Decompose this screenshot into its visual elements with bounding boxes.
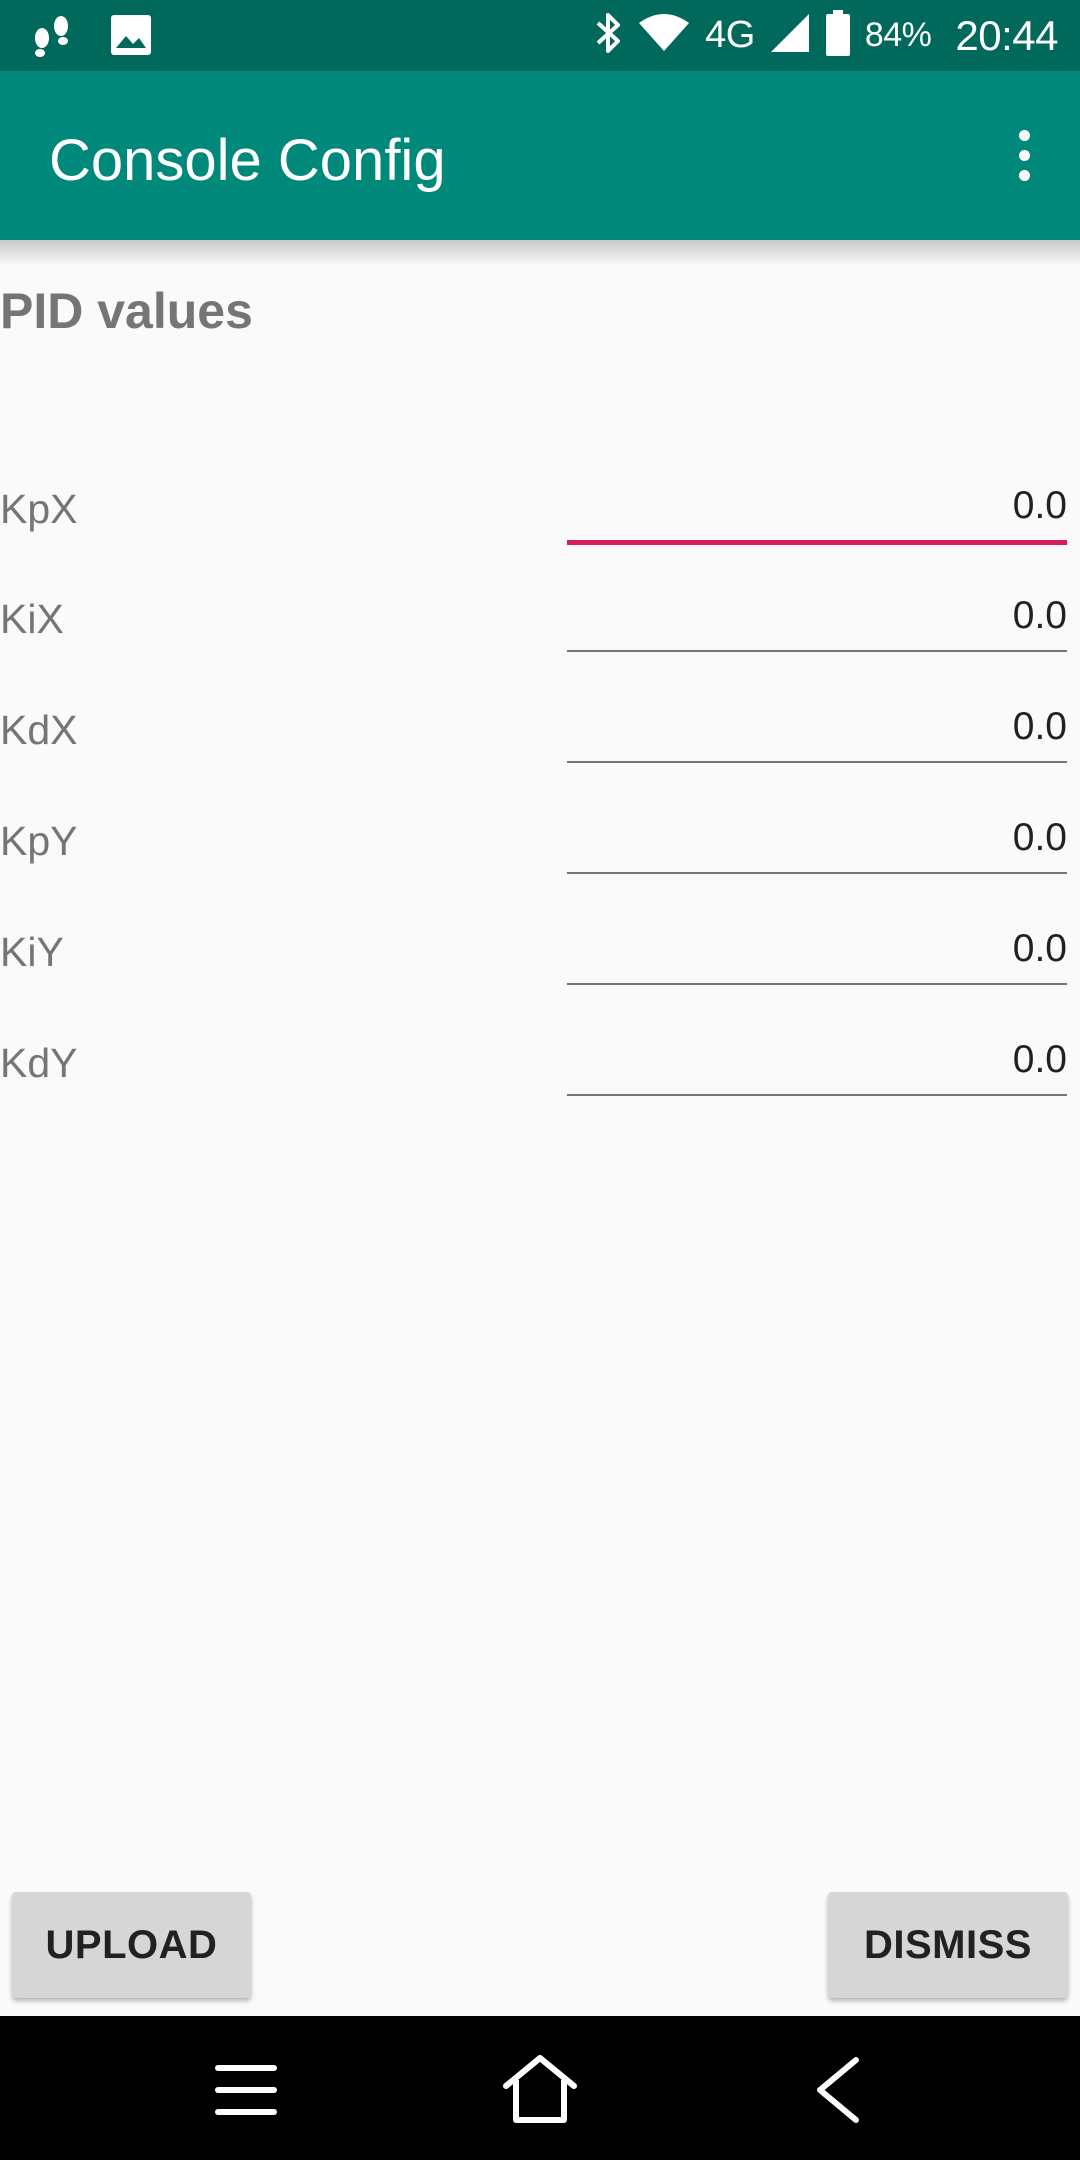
field-label-kpy: KpY [0, 818, 78, 864]
signal-icon [769, 12, 811, 59]
field-row-kix: KiX 0.0 [0, 594, 1080, 696]
image-icon [110, 14, 152, 61]
status-bar: 4G 84% 20:44 [0, 0, 1080, 71]
footsteps-icon [30, 12, 74, 63]
field-label-kpx: KpX [0, 486, 78, 532]
dismiss-button[interactable]: DISMISS [828, 1892, 1068, 1998]
app-title: Console Config [49, 128, 446, 193]
back-icon[interactable] [800, 2050, 880, 2130]
more-vert-icon[interactable] [994, 125, 1054, 185]
field-input-kix[interactable]: 0.0 [567, 588, 1067, 652]
field-input-kdx[interactable]: 0.0 [567, 699, 1067, 763]
navigation-bar [0, 2016, 1080, 2160]
field-label-kdx: KdX [0, 707, 78, 753]
field-input-kpx[interactable]: 0.0 [567, 478, 1067, 545]
field-input-kdy[interactable]: 0.0 [567, 1032, 1067, 1096]
clock: 20:44 [955, 11, 1058, 59]
field-input-kpy[interactable]: 0.0 [567, 810, 1067, 874]
field-row-kiy: KiY 0.0 [0, 927, 1080, 1029]
wifi-icon [637, 13, 691, 58]
network-type: 4G [705, 14, 755, 56]
battery-percent: 84% [864, 16, 932, 54]
field-row-kdx: KdX 0.0 [0, 705, 1080, 807]
battery-icon [825, 10, 851, 61]
field-label-kix: KiX [0, 596, 64, 642]
home-icon[interactable] [500, 2050, 580, 2130]
field-row-kdy: KdY 0.0 [0, 1038, 1080, 1140]
field-row-kpx: KpX 0.0 [0, 484, 1080, 586]
field-label-kdy: KdY [0, 1040, 78, 1086]
field-row-kpy: KpY 0.0 [0, 816, 1080, 918]
menu-icon[interactable] [206, 2050, 286, 2130]
app-bar: Console Config [0, 71, 1080, 240]
section-title: PID values [0, 283, 253, 339]
app-bar-shadow [0, 240, 1080, 266]
upload-button[interactable]: UPLOAD [12, 1892, 251, 1998]
field-input-kiy[interactable]: 0.0 [567, 921, 1067, 985]
field-label-kiy: KiY [0, 929, 64, 975]
bluetooth-icon [593, 11, 623, 60]
